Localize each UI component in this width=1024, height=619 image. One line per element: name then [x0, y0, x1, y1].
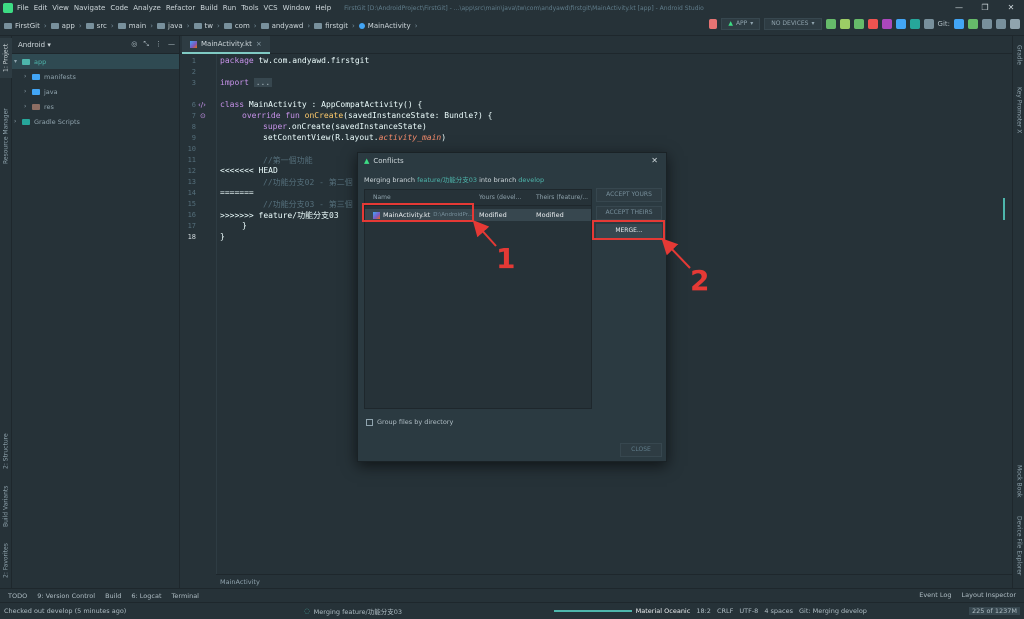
toolwin-todo[interactable]: TODO [8, 592, 27, 600]
annotation-number-2: 2 [690, 264, 710, 297]
line-separator[interactable]: CRLF [717, 607, 733, 615]
caret-position[interactable]: 18:2 [696, 607, 711, 615]
annotation-arrows [472, 220, 691, 269]
toolwin-logcat[interactable]: 6: Logcat [131, 592, 161, 600]
git-branch[interactable]: Git: Merging develop [799, 607, 867, 615]
toolwin-layout-inspector[interactable]: Layout Inspector [962, 591, 1016, 599]
memory-indicator[interactable]: 225 of 1237M [969, 607, 1020, 615]
annotation-number-1: 1 [496, 242, 516, 275]
toolwin-terminal[interactable]: Terminal [172, 592, 199, 600]
toolwin-version-control[interactable]: 9: Version Control [37, 592, 95, 600]
indent-setting[interactable]: 4 spaces [764, 607, 793, 615]
tool-window-bar: TODO 9: Version Control Build 6: Logcat … [0, 588, 1024, 602]
file-encoding[interactable]: UTF-8 [739, 607, 758, 615]
toolwin-event-log[interactable]: Event Log [919, 591, 951, 599]
theme-indicator[interactable]: Material Oceanic [636, 607, 691, 615]
background-task[interactable]: Merging feature/功能分支03 [314, 606, 554, 616]
progress-bar [553, 610, 632, 612]
status-bar: Checked out develop (5 minutes ago) ◌ Me… [0, 602, 1024, 619]
status-message[interactable]: Checked out develop (5 minutes ago) [4, 607, 304, 615]
spinner-icon: ◌ [304, 607, 310, 615]
arrow-to-merge [661, 238, 691, 269]
toolwin-build[interactable]: Build [105, 592, 121, 600]
arrow-to-file [472, 220, 497, 247]
